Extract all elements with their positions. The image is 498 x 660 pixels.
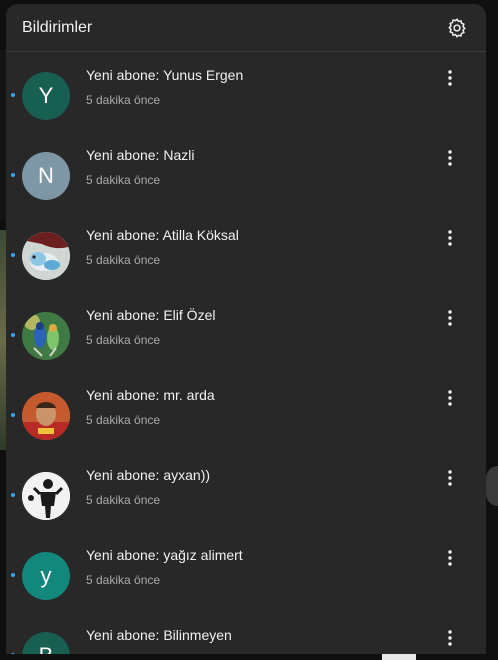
unread-dot: [11, 573, 15, 577]
more-options-icon[interactable]: [438, 546, 462, 570]
more-options-icon[interactable]: [438, 306, 462, 330]
notification-item[interactable]: Y Yeni abone: Yunus Ergen 5 dakika önce: [6, 52, 486, 132]
panel-title: Bildirimler: [22, 18, 93, 36]
unread-dot: [11, 493, 15, 497]
unread-dot: [11, 253, 15, 257]
notification-title: Yeni abone: Yunus Ergen: [86, 67, 244, 83]
avatar: [22, 472, 70, 520]
more-options-icon[interactable]: [438, 226, 462, 250]
unread-dot: [11, 93, 15, 97]
more-options-icon[interactable]: [438, 66, 462, 90]
notification-title: Yeni abone: Nazli: [86, 147, 195, 163]
notification-item[interactable]: Yeni abone: mr. arda 5 dakika önce: [6, 372, 486, 452]
notification-item[interactable]: Yeni abone: Atilla Köksal 5 dakika önce: [6, 212, 486, 292]
notifications-header: Bildirimler: [6, 4, 486, 52]
notification-title: Yeni abone: Elif Özel: [86, 307, 216, 323]
background-scroll-button: [486, 466, 498, 506]
notification-title: Yeni abone: ayxan)): [86, 467, 211, 483]
avatar: B: [22, 632, 70, 654]
notification-title: Yeni abone: Atilla Köksal: [86, 227, 239, 243]
avatar: N: [22, 152, 70, 200]
notification-time: 5 dakika önce: [86, 333, 161, 347]
avatar: [22, 232, 70, 280]
more-options-icon[interactable]: [438, 466, 462, 490]
more-options-icon[interactable]: [438, 626, 462, 650]
notification-time: 5 dakika önce: [86, 493, 161, 507]
more-options-icon[interactable]: [438, 146, 462, 170]
unread-dot: [11, 333, 15, 337]
avatar: y: [22, 552, 70, 600]
notification-time: 5 dakika önce: [86, 573, 161, 587]
notification-title: Yeni abone: mr. arda: [86, 387, 215, 403]
notification-item[interactable]: B Yeni abone: Bilinmeyen: [6, 612, 486, 654]
avatar: [22, 312, 70, 360]
gear-icon[interactable]: [444, 15, 470, 41]
notification-time: 5 dakika önce: [86, 413, 161, 427]
notification-time: 5 dakika önce: [86, 173, 161, 187]
notification-item[interactable]: y Yeni abone: yağız alimert 5 dakika önc…: [6, 532, 486, 612]
avatar: Y: [22, 72, 70, 120]
notification-item[interactable]: Yeni abone: Elif Özel 5 dakika önce: [6, 292, 486, 372]
more-options-icon[interactable]: [438, 386, 462, 410]
unread-dot: [11, 413, 15, 417]
notifications-panel: Bildirimler Y Yeni abone: Yunus Ergen 5 …: [6, 4, 486, 654]
unread-dot: [11, 173, 15, 177]
notification-time: 5 dakika önce: [86, 253, 161, 267]
avatar: [22, 392, 70, 440]
notification-title: Yeni abone: yağız alimert: [86, 547, 243, 563]
notification-time: 5 dakika önce: [86, 93, 161, 107]
notification-title: Yeni abone: Bilinmeyen: [86, 627, 232, 643]
notification-item[interactable]: Yeni abone: ayxan)) 5 dakika önce: [6, 452, 486, 532]
notification-list: Y Yeni abone: Yunus Ergen 5 dakika önce …: [6, 52, 486, 654]
notification-item[interactable]: N Yeni abone: Nazli 5 dakika önce: [6, 132, 486, 212]
